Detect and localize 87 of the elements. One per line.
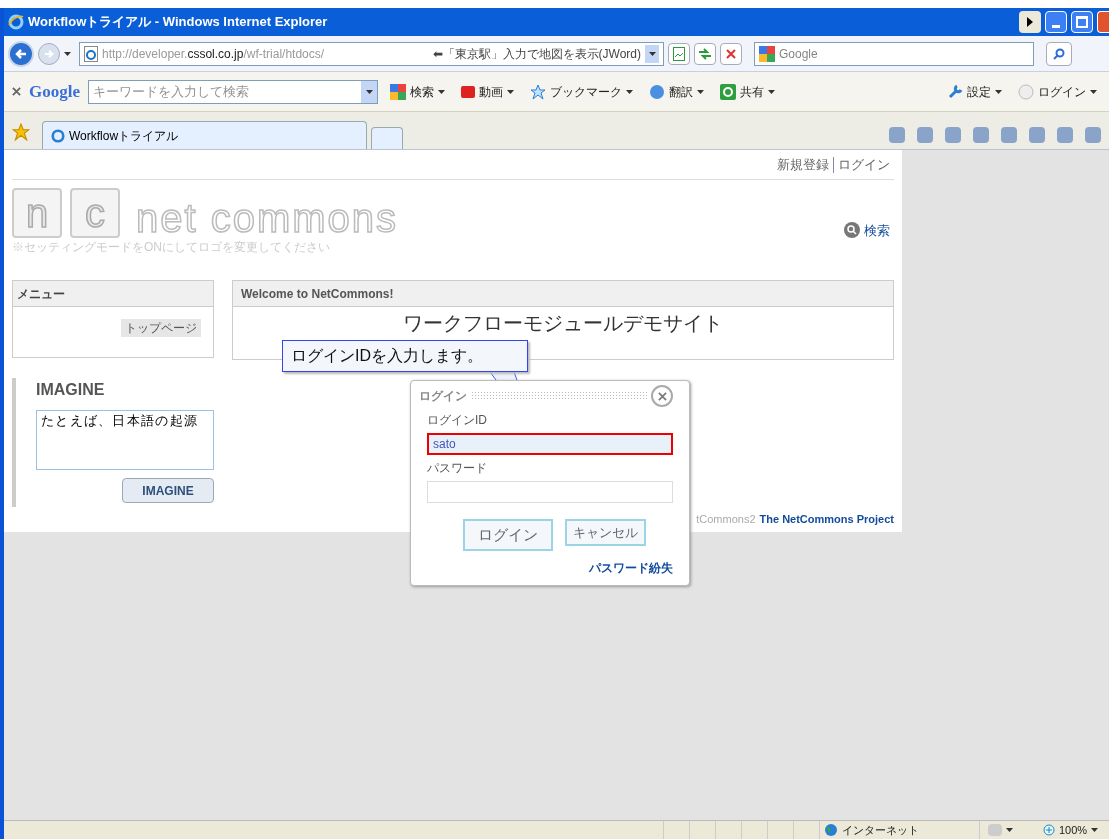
field-label: パスワード — [427, 460, 488, 477]
logo-wordmark: net commons — [136, 198, 399, 238]
imagine-textarea[interactable]: たとえば、日本語の起源 — [36, 410, 214, 470]
register-link[interactable]: 新規登録 — [777, 154, 829, 175]
zoom-button[interactable]: 100% — [1039, 821, 1109, 839]
imagine-button[interactable]: IMAGINE — [122, 478, 214, 503]
refresh-arrows-icon — [698, 46, 712, 61]
dropdown-caret-icon — [1090, 89, 1097, 94]
globe-icon — [824, 823, 838, 837]
play-icon — [1027, 17, 1033, 27]
expand-button[interactable] — [1019, 11, 1041, 33]
close-icon — [657, 391, 667, 401]
circle-icon — [1018, 83, 1034, 100]
address-field[interactable]: http://developer.cssol.co.jp/wf-trial/htdocs/ ⬅「東京駅」入力で地図を表示(JWord) — [79, 41, 664, 66]
keyword-input[interactable]: キーワードを入力して検索 — [89, 81, 361, 102]
colored-blocks-icon — [390, 83, 406, 100]
dropdown-caret-icon — [1006, 828, 1013, 832]
forward-button[interactable] — [38, 42, 60, 65]
dropdown-caret-icon — [768, 89, 775, 94]
logo-tile: c — [70, 188, 120, 238]
wrench-icon — [947, 83, 963, 100]
share-icon — [720, 83, 736, 100]
field-label: ログインID — [427, 412, 488, 429]
login-button[interactable]: ログイン — [462, 519, 553, 551]
toolbar-logo: Google — [29, 80, 80, 103]
text-field[interactable]: sato — [427, 433, 673, 455]
jword-text: ⬅「東京駅」入力で地図を表示(JWord) — [432, 45, 641, 63]
footer-link[interactable]: The NetCommons Project — [759, 511, 894, 528]
maximize-button[interactable] — [1071, 11, 1093, 33]
dropdown-caret-icon — [995, 89, 1002, 94]
callout: ログインIDを入力します。 — [282, 340, 528, 372]
lost-password-link[interactable]: パスワード紛失 — [589, 559, 673, 577]
colored-blocks-icon — [759, 45, 775, 62]
close-icon — [726, 48, 736, 59]
stop-button[interactable] — [720, 42, 742, 65]
star-icon — [530, 83, 546, 100]
logo-tile: n — [12, 188, 62, 238]
dialog-title: ログイン — [419, 388, 467, 405]
footer-text: tCommons2 — [696, 512, 756, 527]
search-button[interactable] — [1046, 41, 1072, 66]
search-field[interactable]: Google — [754, 41, 1034, 66]
cancel-button[interactable]: キャンセル — [564, 519, 646, 546]
login-link[interactable]: ログイン — [838, 154, 890, 175]
dropdown-caret-icon — [438, 89, 445, 94]
right-arrow-icon — [44, 48, 54, 59]
minimize-button[interactable] — [1045, 11, 1067, 33]
zone-text: インターネット — [842, 822, 919, 838]
close-icon[interactable] — [12, 87, 21, 96]
left-arrow-icon — [15, 47, 27, 60]
menu-item[interactable]: トップページ — [121, 319, 201, 337]
dropdown-caret-icon — [365, 89, 373, 94]
dropdown-caret-icon — [626, 89, 633, 94]
dropdown-caret-icon — [64, 51, 71, 56]
search-icon — [1053, 47, 1065, 60]
site-heading: ワークフローモジュールデモサイト — [402, 311, 724, 336]
toolbar-button[interactable]: ブックマーク — [526, 82, 637, 101]
panel-title: メニュー — [13, 281, 213, 307]
browser-logo-icon — [51, 128, 65, 143]
compatibility-button[interactable] — [668, 42, 690, 65]
browser-logo-icon — [8, 14, 24, 30]
dropdown-caret-icon — [648, 51, 656, 56]
toolbar-button[interactable]: 共有 — [716, 82, 779, 101]
block-title: IMAGINE — [36, 380, 106, 400]
dropdown-caret-icon — [507, 89, 514, 94]
toolbar-button[interactable]: ログイン — [1014, 82, 1101, 101]
search-icon — [844, 222, 860, 239]
dropdown-button[interactable] — [645, 44, 659, 63]
dropdown-caret-icon — [697, 89, 704, 94]
text-field[interactable] — [427, 481, 673, 503]
back-button[interactable] — [8, 40, 34, 67]
toolbar-button[interactable]: 設定 — [943, 82, 1006, 101]
zoom-in-icon — [1043, 824, 1055, 836]
toolbar-button[interactable]: 動画 — [457, 82, 518, 101]
refresh-button[interactable] — [694, 42, 716, 65]
search-link[interactable]: 検索 — [864, 220, 890, 240]
panel-title: Welcome to NetCommons! — [233, 281, 893, 307]
toolbar-button[interactable]: 翻訳 — [645, 82, 708, 101]
favorites-star-icon[interactable] — [12, 123, 30, 141]
toolbar-button[interactable]: 検索 — [386, 82, 449, 101]
search-input[interactable]: Google — [779, 44, 1029, 63]
browser-tab[interactable]: Workflowトライアル — [42, 121, 367, 149]
url-text: http://developer.cssol.co.jp/wf-trial/htdocs/ — [102, 45, 325, 63]
window-title: Workflowトライアル - Windows Internet Explorer — [28, 13, 329, 32]
keyword-search-field[interactable]: キーワードを入力して検索 — [88, 79, 378, 104]
dropdown-caret-icon — [1091, 828, 1099, 832]
new-tab-button[interactable] — [371, 127, 403, 149]
close-button[interactable] — [651, 385, 673, 407]
